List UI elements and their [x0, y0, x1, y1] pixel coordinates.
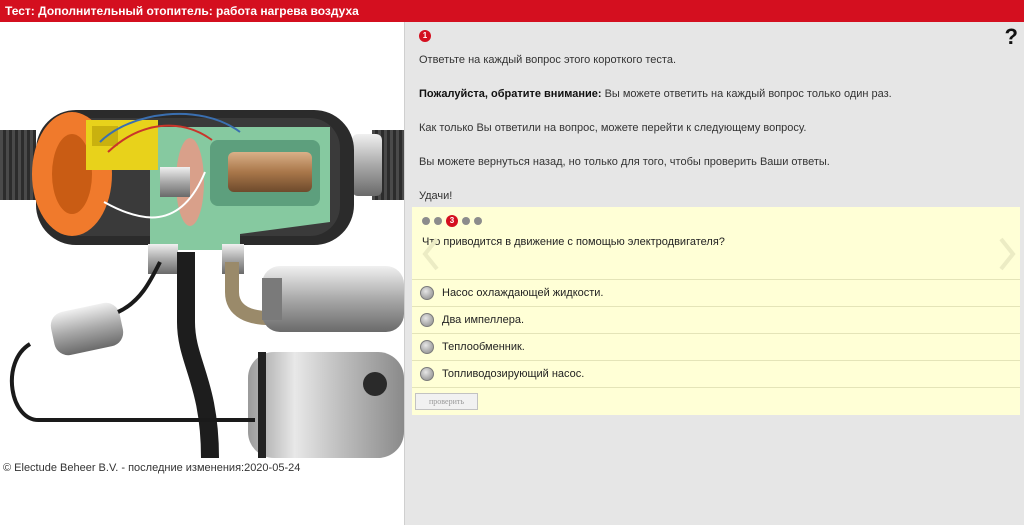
- answer-option[interactable]: Насос охлаждающей жидкости.: [412, 280, 1020, 307]
- window-title: Тест: Дополнительный отопитель: работа н…: [5, 4, 359, 18]
- radio-button-icon[interactable]: [420, 367, 434, 381]
- fuel-dosing-pump: [50, 302, 124, 356]
- answer-option[interactable]: Топливодозирующий насос.: [412, 361, 1020, 388]
- question-area: 3 Что приводится в движение с помощью эл…: [412, 207, 1020, 280]
- combustion-air-pipe: [177, 252, 219, 458]
- radio-button-icon[interactable]: [420, 286, 434, 300]
- question-progress: 3: [422, 215, 482, 227]
- illustration-pane: © Electude Beheer B.V. - последние измен…: [0, 22, 404, 525]
- instruction-line: Удачи!: [419, 190, 453, 202]
- progress-dot[interactable]: [422, 217, 430, 225]
- previous-question-icon[interactable]: [422, 237, 440, 271]
- tank-cap: [363, 372, 387, 396]
- test-pane: 1 ? Ответьте на каждый вопрос этого коро…: [404, 22, 1024, 525]
- progress-dot[interactable]: [474, 217, 482, 225]
- test-instructions: Ответьте на каждый вопрос этого коротког…: [419, 54, 1009, 202]
- intake-hose: [0, 130, 36, 200]
- notice-text: Вы можете ответить на каждый вопрос толь…: [601, 88, 892, 100]
- notice-label: Пожалуйста, обратите внимание:: [419, 88, 602, 100]
- air-heater-illustration: [0, 110, 404, 458]
- step-badge: 1: [419, 30, 431, 42]
- instruction-line: Вы можете вернуться назад, но только для…: [419, 156, 830, 168]
- outlet-clamp: [352, 134, 382, 196]
- answer-label: Теплообменник.: [442, 341, 525, 353]
- copyright-text: © Electude Beheer B.V. - последние измен…: [3, 462, 301, 474]
- exhaust-silencer: [262, 266, 404, 332]
- answer-option[interactable]: Теплообменник.: [412, 334, 1020, 361]
- combustion-chamber: [228, 152, 312, 192]
- answer-label: Топливодозирующий насос.: [442, 368, 585, 380]
- next-question-icon[interactable]: [998, 237, 1016, 271]
- answer-label: Насос охлаждающей жидкости.: [442, 287, 604, 299]
- instruction-notice: Пожалуйста, обратите внимание: Вы можете…: [419, 88, 1009, 100]
- progress-dot[interactable]: [434, 217, 442, 225]
- fuel-line: [9, 342, 255, 423]
- help-icon[interactable]: ?: [1005, 24, 1018, 50]
- quiz-panel: 3 Что приводится в движение с помощью эл…: [412, 207, 1020, 415]
- progress-dot-current[interactable]: 3: [446, 215, 458, 227]
- instruction-line: Ответьте на каждый вопрос этого коротког…: [419, 54, 677, 66]
- question-text: Что приводится в движение с помощью элек…: [422, 236, 725, 248]
- radio-button-icon[interactable]: [420, 313, 434, 327]
- progress-dot[interactable]: [462, 217, 470, 225]
- answer-label: Два импеллера.: [442, 314, 525, 326]
- instruction-line: Как только Вы ответили на вопрос, можете…: [419, 122, 807, 134]
- check-answer-button[interactable]: проверить: [415, 393, 478, 410]
- fuel-tank: [248, 352, 404, 458]
- radio-button-icon[interactable]: [420, 340, 434, 354]
- answer-option[interactable]: Два импеллера.: [412, 307, 1020, 334]
- title-bar: Тест: Дополнительный отопитель: работа н…: [0, 0, 1024, 22]
